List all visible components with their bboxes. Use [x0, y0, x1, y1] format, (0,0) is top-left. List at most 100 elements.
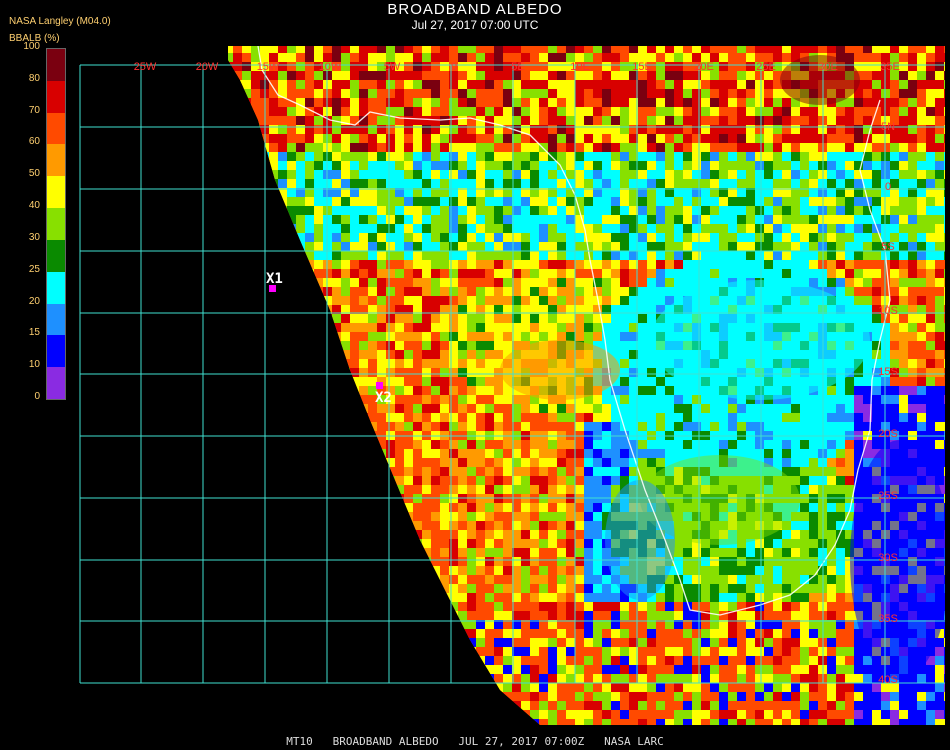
albedo-pixel [413, 575, 422, 584]
albedo-pixel [458, 116, 467, 125]
albedo-pixel [431, 395, 440, 404]
albedo-pixel [296, 134, 305, 143]
albedo-pixel [449, 314, 458, 323]
albedo-pixel [782, 107, 791, 116]
albedo-pixel [503, 314, 512, 323]
albedo-pixel [233, 143, 242, 152]
albedo-pixel [647, 278, 656, 287]
albedo-pixel [638, 98, 647, 107]
albedo-pixel [845, 143, 854, 152]
albedo-pixel [890, 206, 899, 215]
albedo-pixel [692, 206, 701, 215]
albedo-pixel [350, 269, 359, 278]
albedo-pixel [350, 476, 359, 485]
albedo-pixel [935, 377, 944, 386]
albedo-pixel [228, 332, 233, 341]
albedo-pixel [809, 539, 818, 548]
albedo-pixel [701, 557, 710, 566]
albedo-pixel [305, 512, 314, 521]
albedo-pixel [431, 404, 440, 413]
albedo-pixel [422, 467, 431, 476]
albedo-pixel [755, 80, 764, 89]
albedo-pixel [944, 46, 945, 53]
albedo-pixel [539, 89, 548, 98]
albedo-pixel [458, 341, 467, 350]
albedo-pixel [611, 458, 620, 467]
albedo-pixel [899, 368, 908, 377]
albedo-pixel [458, 593, 467, 602]
albedo-pixel [935, 116, 944, 125]
albedo-pixel [665, 251, 674, 260]
albedo-pixel [854, 242, 863, 251]
albedo-pixel [809, 233, 818, 242]
albedo-pixel [944, 332, 945, 341]
albedo-pixel [647, 404, 656, 413]
albedo-pixel [710, 404, 719, 413]
albedo-pixel [368, 467, 377, 476]
albedo-pixel [440, 80, 449, 89]
albedo-pixel [377, 575, 386, 584]
albedo-pixel [935, 341, 944, 350]
albedo-pixel [422, 152, 431, 161]
albedo-pixel [539, 566, 548, 575]
albedo-pixel [485, 242, 494, 251]
albedo-pixel [557, 260, 566, 269]
albedo-pixel [242, 71, 251, 80]
albedo-pixel [674, 413, 683, 422]
albedo-pixel [305, 593, 314, 602]
albedo-pixel [773, 422, 782, 431]
albedo-pixel [296, 116, 305, 125]
albedo-pixel [782, 413, 791, 422]
albedo-pixel [548, 233, 557, 242]
albedo-pixel [575, 98, 584, 107]
albedo-pixel [908, 53, 917, 62]
albedo-pixel [935, 449, 944, 458]
albedo-pixel [287, 233, 296, 242]
albedo-pixel [440, 341, 449, 350]
albedo-pixel [602, 476, 611, 485]
albedo-pixel [278, 296, 287, 305]
albedo-pixel [233, 107, 242, 116]
albedo-pixel [845, 224, 854, 233]
albedo-pixel [228, 584, 233, 593]
albedo-pixel [485, 80, 494, 89]
albedo-pixel [296, 476, 305, 485]
albedo-pixel [791, 224, 800, 233]
albedo-pixel [251, 404, 260, 413]
albedo-pixel [242, 80, 251, 89]
albedo-pixel [368, 359, 377, 368]
albedo-pixel [710, 80, 719, 89]
albedo-pixel [548, 224, 557, 233]
albedo-pixel [413, 503, 422, 512]
albedo-pixel [449, 422, 458, 431]
albedo-pixel [458, 224, 467, 233]
albedo-pixel [566, 242, 575, 251]
albedo-pixel [296, 224, 305, 233]
albedo-pixel [521, 107, 530, 116]
albedo-pixel [539, 440, 548, 449]
albedo-pixel [476, 539, 485, 548]
albedo-pixel [737, 89, 746, 98]
albedo-pixel [251, 377, 260, 386]
albedo-pixel [737, 143, 746, 152]
albedo-pixel [251, 440, 260, 449]
albedo-pixel [593, 575, 602, 584]
albedo-pixel [800, 215, 809, 224]
albedo-pixel [548, 134, 557, 143]
albedo-pixel [359, 368, 368, 377]
albedo-pixel [539, 449, 548, 458]
albedo-pixel [656, 251, 665, 260]
albedo-pixel [746, 440, 755, 449]
albedo-pixel [242, 530, 251, 539]
albedo-pixel [269, 125, 278, 134]
albedo-pixel [656, 395, 665, 404]
albedo-pixel [728, 242, 737, 251]
albedo-pixel [368, 116, 377, 125]
albedo-pixel [422, 170, 431, 179]
albedo-pixel [233, 404, 242, 413]
albedo-pixel [908, 323, 917, 332]
albedo-pixel [494, 476, 503, 485]
albedo-pixel [269, 386, 278, 395]
albedo-pixel [737, 566, 746, 575]
albedo-pixel [494, 386, 503, 395]
